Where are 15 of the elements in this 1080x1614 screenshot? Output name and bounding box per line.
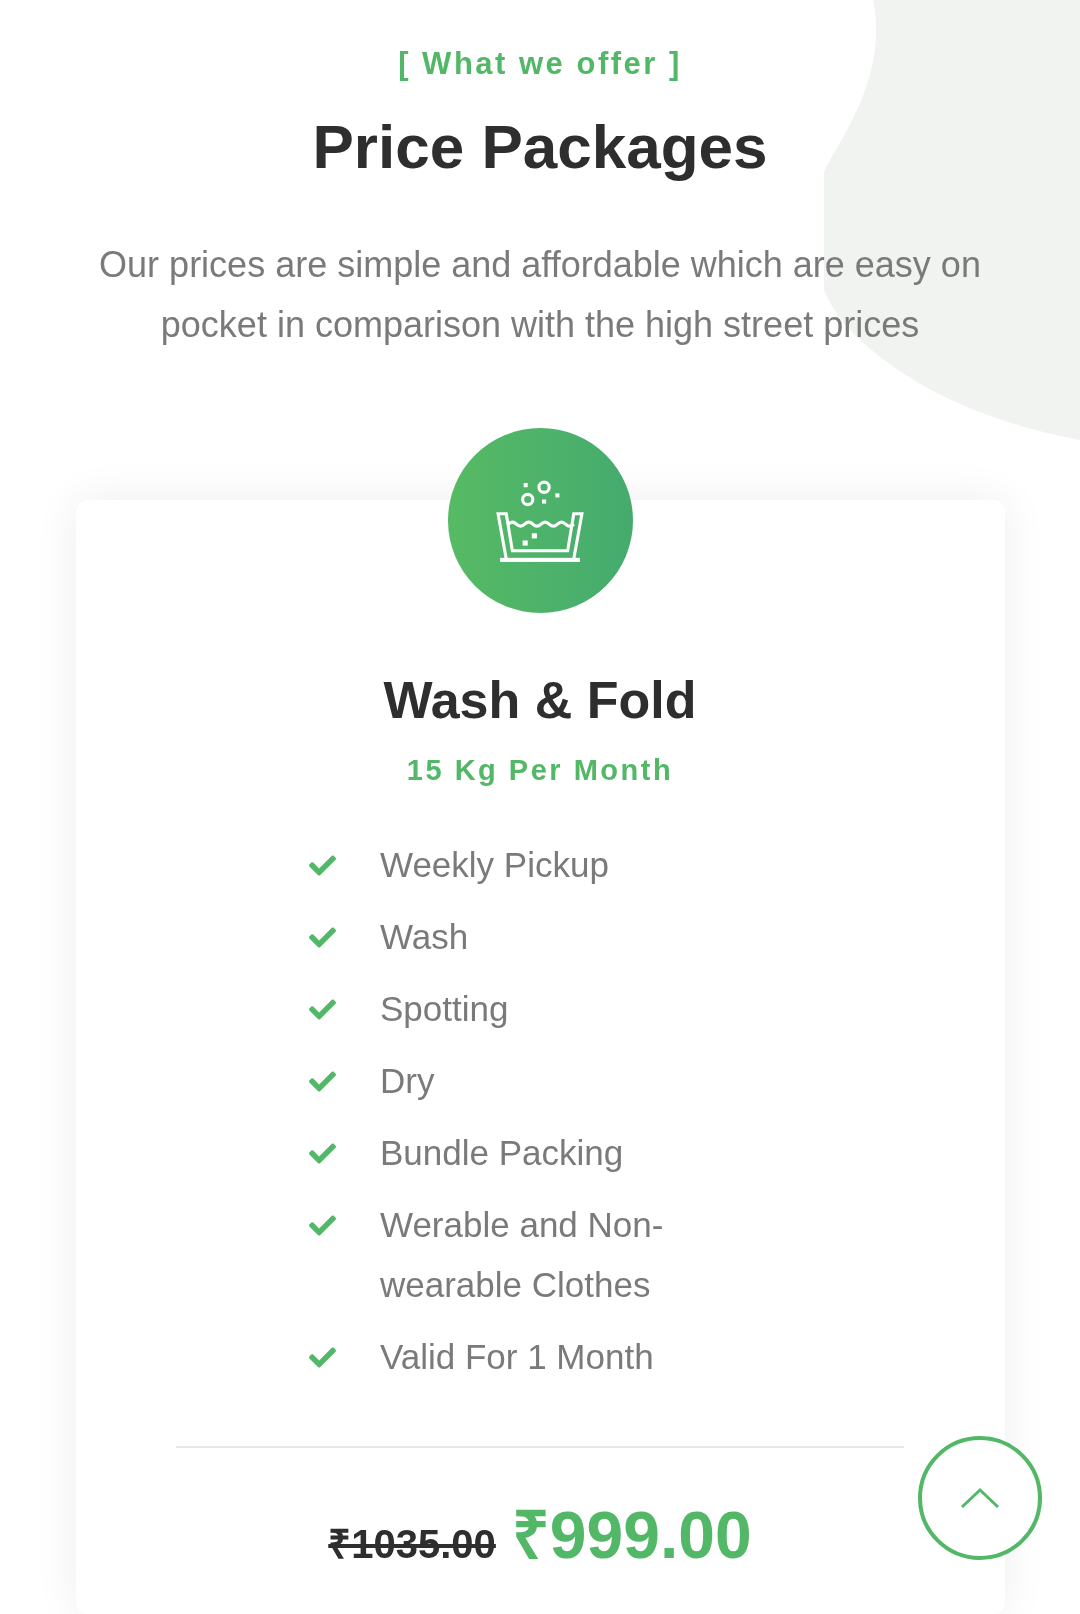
feature-text: Valid For 1 Month	[380, 1336, 654, 1378]
current-price: ₹999.00	[511, 1500, 752, 1570]
feature-text: Spotting	[380, 988, 509, 1030]
chevron-up-icon	[960, 1487, 1000, 1509]
section-description: Our prices are simple and affordable which are easy on pocket in comparison with the high street prices	[98, 243, 982, 347]
old-price: ₹1035.00	[328, 1521, 496, 1568]
feature-text: Weekly Pickup	[380, 844, 609, 886]
feature-text: Dry	[380, 1060, 435, 1102]
feature-text: Wash	[380, 916, 469, 958]
feature-text: Bundle Packing	[380, 1132, 624, 1174]
section-title: Price Packages	[312, 112, 768, 182]
section-eyebrow: [ What we offer ]	[398, 45, 682, 83]
package-subtitle: 15 Kg Per Month	[406, 753, 674, 788]
feature-text: Werable and Non-wearable Clothes	[380, 1204, 665, 1306]
package-title: Wash & Fold	[383, 670, 697, 730]
